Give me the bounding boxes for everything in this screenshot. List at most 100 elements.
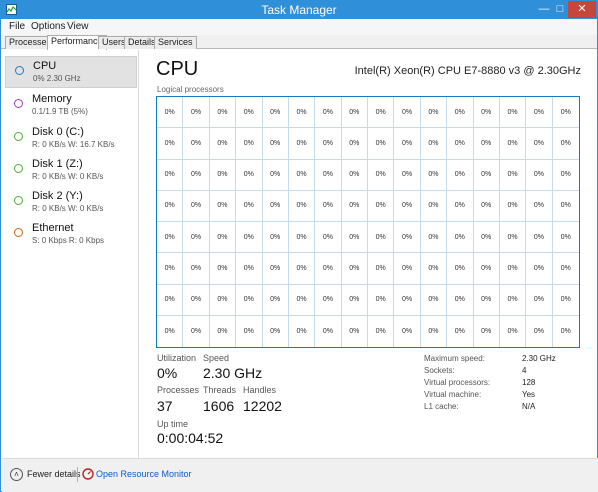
spec-value: 2.30 GHz [522,354,556,363]
utilization-label: Utilization [157,353,197,363]
processor-cell: 0% [341,128,368,160]
processor-cell: 0% [288,222,316,254]
processor-cell: 0% [315,128,342,160]
processor-cell: 0% [157,128,184,160]
processor-cell: 0% [209,128,237,160]
open-resource-monitor-link[interactable]: Open Resource Monitor [96,469,192,479]
menu-options[interactable]: Options [31,21,65,32]
processor-cell: 0% [341,284,368,316]
disk-indicator-icon [14,132,23,141]
processor-cell: 0% [209,190,237,222]
processor-cell: 0% [341,159,368,191]
processes-label: Processes [157,385,200,395]
processor-cell: 0% [420,97,448,129]
uptime-value: 0:00:04:52 [157,430,224,446]
processor-cell: 0% [394,284,421,316]
processor-cell: 0% [315,190,342,222]
processor-cell: 0% [368,253,395,285]
processor-cell: 0% [526,253,553,285]
processor-cell: 0% [288,253,316,285]
resource-sidebar: CPU 0% 2.30 GHz Memory 0.1/1.9 TB (5%) D… [2,50,139,458]
spec-label: L1 cache: [424,402,459,411]
processor-cell: 0% [447,284,474,316]
processor-cell: 0% [315,315,342,347]
processor-cell: 0% [236,315,263,347]
cpu-model-name: Intel(R) Xeon(R) CPU E7-8880 v3 @ 2.30GH… [354,65,581,77]
processor-cell: 0% [473,253,500,285]
processor-cell: 0% [368,284,395,316]
resource-monitor-icon [82,468,94,480]
processor-cell: 0% [341,97,368,129]
spec-label: Virtual machine: [424,390,482,399]
menu-file[interactable]: File [9,21,25,32]
processor-cell: 0% [552,285,579,316]
threads-value: 1606 [203,398,235,414]
processor-cell: 0% [183,315,210,347]
footer-bar: ˄ Fewer details Open Resource Monitor [2,458,598,492]
processor-cell: 0% [447,222,474,254]
disk-indicator-icon [14,164,23,173]
sidebar-item-label: Disk 2 (Y:) [32,190,83,202]
sidebar-item-ethernet[interactable]: Ethernet S: 0 Kbps R: 0 Kbps [5,219,137,251]
speed-label: Speed [203,353,230,363]
close-button[interactable]: ✕ [568,1,596,18]
processor-cell: 0% [526,190,553,222]
tab-services[interactable]: Services [154,36,197,49]
sidebar-item-disk-1[interactable]: Disk 1 (Z:) R: 0 KB/s W: 0 KB/s [5,155,137,187]
processor-cell: 0% [341,190,368,222]
sidebar-item-detail: R: 0 KB/s W: 16.7 KB/s [32,140,115,149]
processor-cell: 0% [560,327,571,335]
processor-cell: 0% [473,190,500,222]
processor-cell: 0% [236,190,263,222]
processor-cell: 0% [420,159,448,191]
logical-processors-grid[interactable]: 0% 0% 0% 0% 0% 0% 0% 0% 0% 0% 0% 0% 0% 0% 0% 0% 0% 0% 0% 0%… [156,96,580,348]
processor-cell: 0% [499,253,527,285]
spec-label: Maximum speed: [424,354,485,363]
sidebar-item-memory[interactable]: Memory 0.1/1.9 TB (5%) [5,90,137,122]
processor-cell: 0% [552,160,579,191]
sidebar-item-disk-0[interactable]: Disk 0 (C:) R: 0 KB/s W: 16.7 KB/s [5,123,137,155]
sidebar-item-label: Disk 0 (C:) [32,126,84,138]
sidebar-item-label: Ethernet [32,222,74,234]
processor-cell: 0% [473,128,500,160]
sidebar-item-detail: S: 0 Kbps R: 0 Kbps [32,236,105,245]
sidebar-item-detail: R: 0 KB/s W: 0 KB/s [32,172,104,181]
processor-cell: 0% [552,253,579,285]
processor-cell: 0% [420,190,448,222]
processor-cell: 0% [447,128,474,160]
processor-cell: 0% [209,97,237,129]
performance-panel: CPU Intel(R) Xeon(R) CPU E7-8880 v3 @ 2.… [140,50,598,458]
processor-cell: 0% [368,222,395,254]
processor-cell: 0% [183,284,210,316]
processor-cell: 0% [499,97,527,129]
processor-cell: 0% [315,159,342,191]
processor-cell: 0% [236,253,263,285]
processor-cell: 0% [473,284,500,316]
processor-cell: 0% [288,190,316,222]
title-bar[interactable]: Task Manager — □ ✕ [1,1,597,19]
processor-cell: 0% [288,159,316,191]
processor-cell: 0% [473,159,500,191]
processor-cell: 0% [526,159,553,191]
sidebar-item-cpu[interactable]: CPU 0% 2.30 GHz [5,56,137,88]
processor-cell: 0% [289,315,316,347]
sidebar-item-disk-2[interactable]: Disk 2 (Y:) R: 0 KB/s W: 0 KB/s [5,187,137,219]
window-title: Task Manager [261,3,337,17]
processor-cell: 0% [262,222,289,254]
processor-cell: 0% [262,253,289,285]
sidebar-item-label: CPU [33,60,57,72]
processor-cell: 0% [236,222,263,254]
processor-cell: 0% [420,128,448,160]
menu-view[interactable]: View [67,21,89,32]
minimize-button[interactable]: — [536,1,552,18]
processor-cell: 0% [526,128,553,160]
processor-cell: 0% [394,97,421,129]
maximize-button[interactable]: □ [552,1,568,18]
processor-cell: 0% [552,222,579,254]
sidebar-item-label: Disk 1 (Z:) [32,158,83,170]
graph-label: Logical processors [157,85,224,94]
processor-cell: 0% [420,222,448,254]
processor-cell: 0% [183,159,210,191]
processor-cell: 0% [552,97,579,129]
processor-cell: 0% [394,253,421,285]
